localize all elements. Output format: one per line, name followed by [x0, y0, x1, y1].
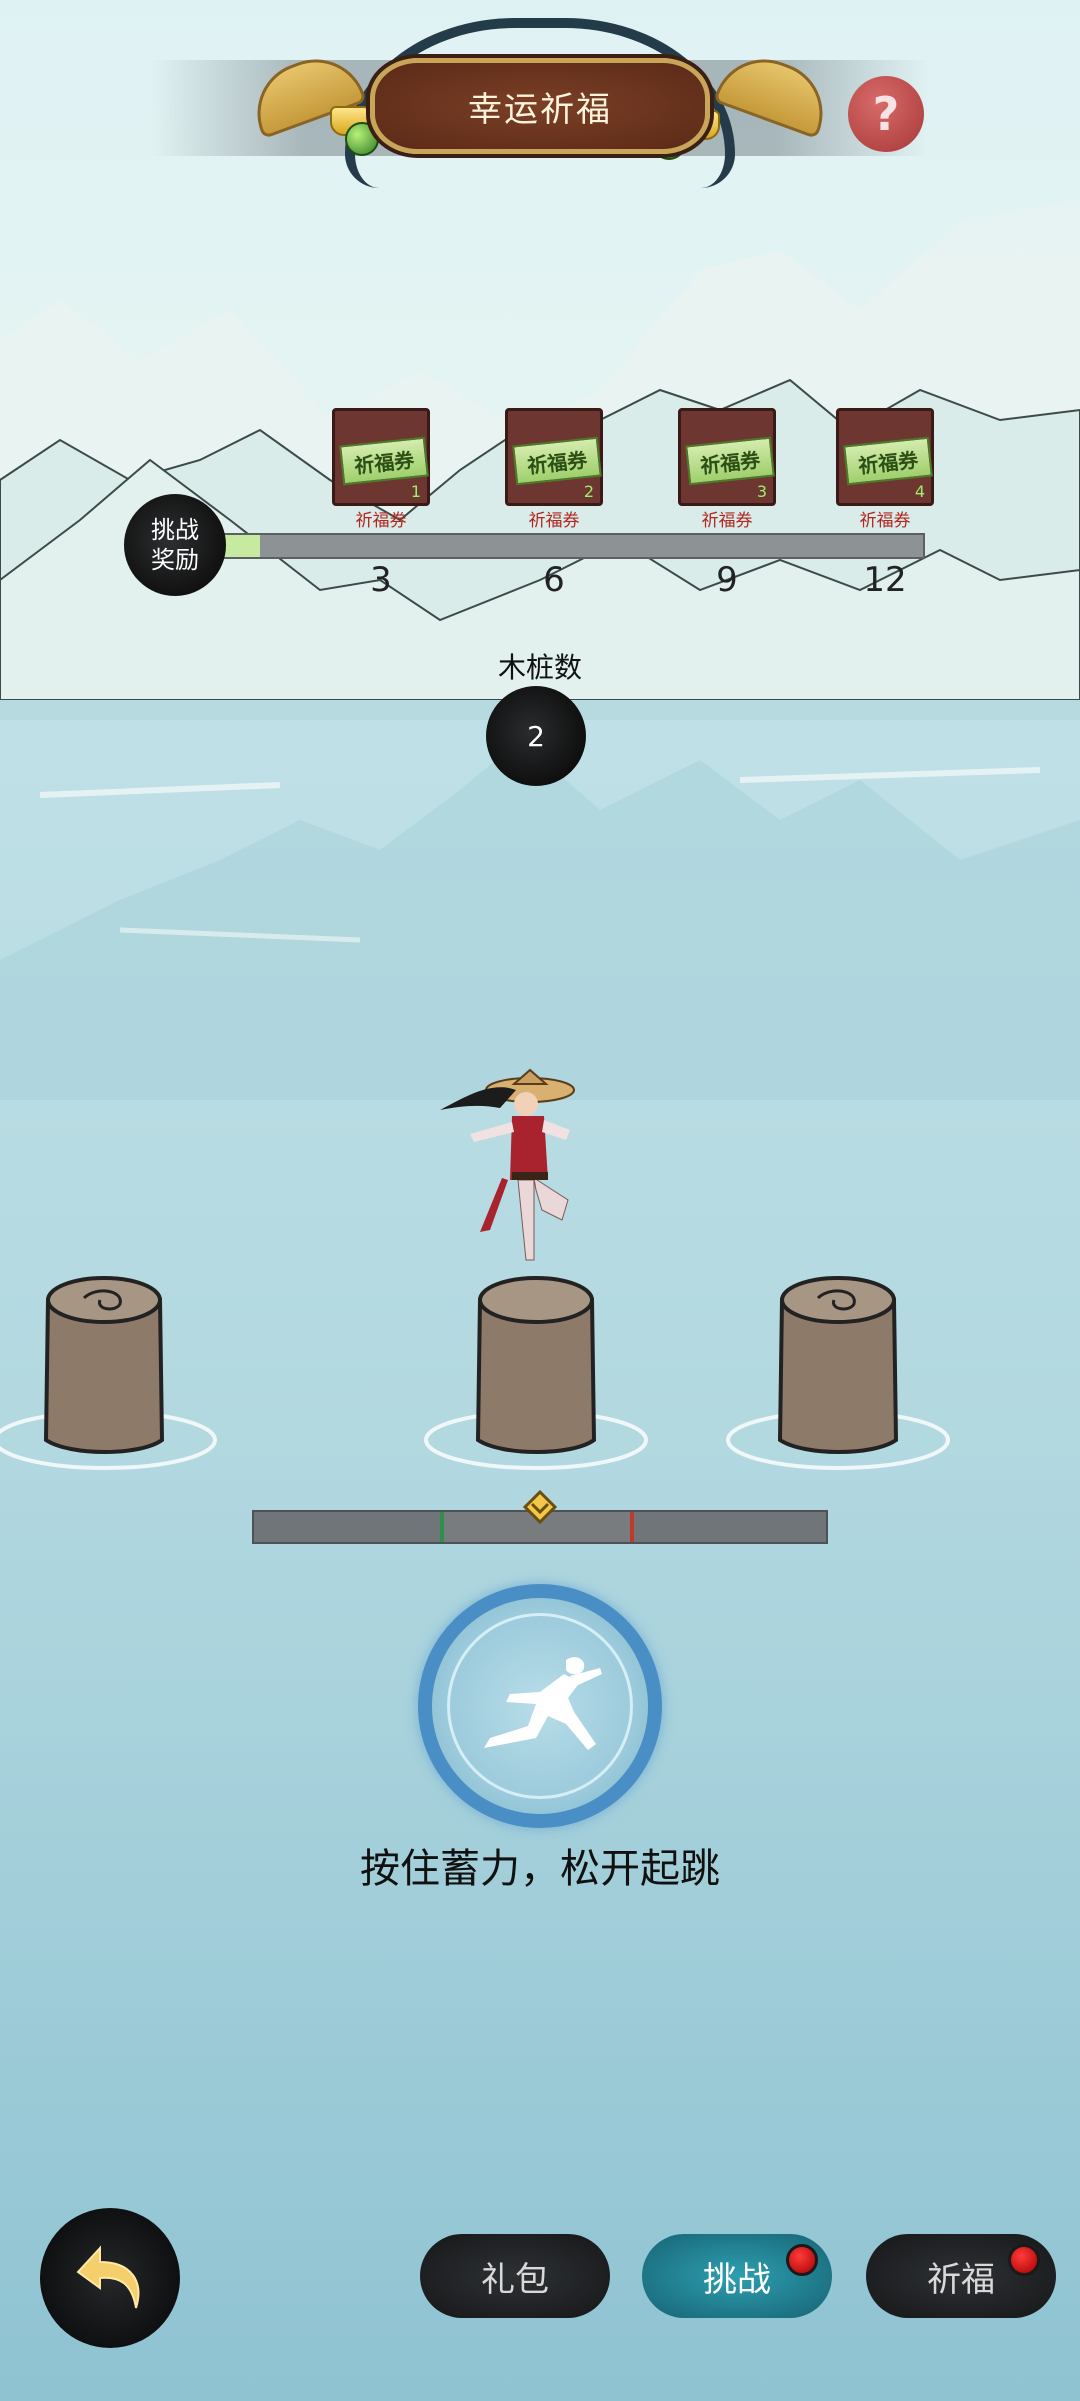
reward-count: 3 [756, 482, 767, 501]
question-mark-icon: ? [872, 87, 900, 141]
reward-threshold: 6 [543, 560, 565, 600]
page-title: 幸运祈福 [370, 58, 710, 154]
blessing-ticket-icon: 祈福券 [685, 436, 775, 486]
stump-right [726, 1276, 950, 1470]
reward-label: 祈福券 [701, 511, 753, 531]
blessing-ticket-icon: 祈福券 [512, 436, 602, 486]
reward-item[interactable]: 祈福券 1 祈福券 [332, 408, 430, 531]
reward-threshold: 12 [863, 560, 907, 600]
reward-progress-bar [200, 533, 925, 559]
reward-threshold: 9 [716, 560, 738, 600]
help-button[interactable]: ? [848, 76, 924, 152]
notification-dot [786, 2244, 818, 2276]
charge-zone-end-marker [630, 1512, 634, 1542]
blessing-ticket-icon: 祈福券 [339, 436, 429, 486]
reward-count: 2 [583, 482, 594, 501]
reward-count: 4 [914, 482, 925, 501]
blessing-ticket-icon: 祈福券 [843, 436, 933, 486]
reward-label: 祈福券 [355, 511, 407, 531]
reward-card: 祈福券 2 [505, 408, 603, 506]
jump-button-inner [447, 1613, 633, 1799]
reward-item[interactable]: 祈福券 4 祈福券 [836, 408, 934, 531]
tab-label: 挑战 [703, 2259, 771, 2300]
chevron-down-icon [522, 1490, 558, 1525]
back-button[interactable] [40, 2208, 180, 2348]
reward-item[interactable]: 祈福券 2 祈福券 [505, 408, 603, 531]
notification-dot [1008, 2244, 1040, 2276]
back-arrow-icon [76, 2245, 140, 2309]
reward-count: 1 [410, 482, 421, 501]
badge-text-line2: 奖励 [151, 546, 199, 574]
tab-label: 礼包 [481, 2259, 549, 2300]
stump-count-value: 2 [486, 686, 586, 786]
badge-text-line1: 挑战 [151, 516, 199, 544]
wooden-stumps [0, 1276, 950, 1470]
running-figure-icon [484, 1657, 602, 1750]
reward-item[interactable]: 祈福券 3 祈福券 [678, 408, 776, 531]
reward-card: 祈福券 4 [836, 408, 934, 506]
tab-label: 祈福 [927, 2259, 995, 2300]
stump-middle [424, 1276, 648, 1470]
reward-label: 祈福券 [528, 511, 580, 531]
reward-card: 祈福券 1 [332, 408, 430, 506]
stump-left [0, 1276, 217, 1470]
reward-threshold: 3 [370, 560, 392, 600]
jump-hint-text: 按住蓄力，松开起跳 [360, 1846, 720, 1892]
charge-zone-start-marker [440, 1512, 444, 1542]
reward-card: 祈福券 3 [678, 408, 776, 506]
reward-label: 祈福券 [859, 511, 911, 531]
tab-gift-pack[interactable]: 礼包 [420, 2234, 610, 2318]
challenge-reward-badge: 挑战 奖励 [124, 494, 226, 596]
jump-button[interactable] [418, 1584, 662, 1828]
stump-count-label: 木桩数 [497, 651, 582, 684]
